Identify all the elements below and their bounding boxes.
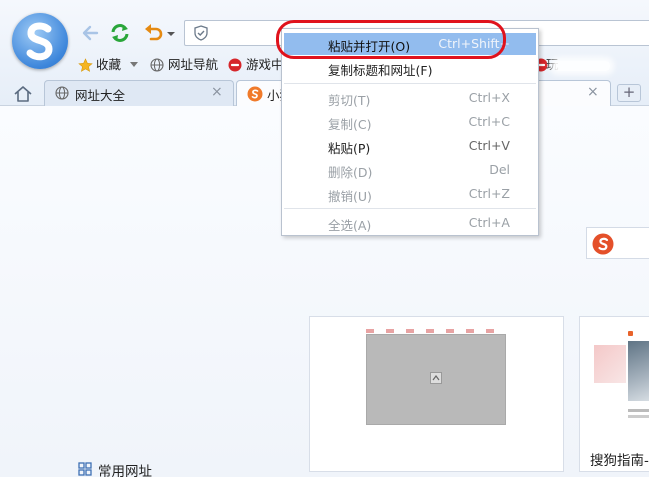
menu-item-shortcut: Ctrl+X [468,90,510,105]
menu-item-label: 粘贴(P) [328,141,371,156]
menu-item-undo[interactable]: 撤销(U) Ctrl+Z [284,183,536,205]
menu-item-label: 复制标题和网址(F) [328,63,433,78]
thumbnail-logo [628,331,633,336]
common-sites-label: 常用网址 [98,464,152,477]
close-icon[interactable]: × [587,84,599,100]
menu-item-select-all[interactable]: 全选(A) Ctrl+A [284,212,536,234]
menu-item-paste[interactable]: 粘贴(P) Ctrl+V [284,135,536,157]
context-menu: 粘贴并打开(O) Ctrl+Shift+ 复制标题和网址(F) 剪切(T) Ct… [281,28,539,236]
speed-dial-card[interactable]: 百度经验 搜狗指南- [579,316,649,472]
close-icon[interactable]: × [211,84,223,100]
watermark: 百度经验 [602,427,649,442]
menu-item-label: 复制(C) [328,117,372,132]
menu-item-shortcut: Ctrl+Z [468,186,510,201]
image-placeholder-icon [430,372,442,384]
home-icon[interactable] [10,83,36,105]
thumbnail-image [628,341,649,401]
thumbnail-image [594,345,626,383]
speed-dial-card[interactable] [309,316,564,472]
menu-separator [284,83,536,84]
menu-separator [284,208,536,209]
globe-icon [150,58,164,72]
thumbnail-preview [366,334,506,425]
menu-item-copy[interactable]: 复制(C) Ctrl+C [284,111,536,133]
menu-item-shortcut: Ctrl+V [468,138,510,153]
search-box[interactable] [586,227,649,259]
chevron-down-icon[interactable] [165,21,177,45]
thumbnail-text-line [628,409,649,412]
grid-icon [78,462,92,476]
sogou-game-icon [228,58,242,72]
blurred-text [554,61,610,71]
refresh-icon[interactable] [108,21,132,45]
menu-item-label: 剪切(T) [328,93,371,108]
menu-item-label: 删除(D) [328,165,373,180]
globe-icon [55,86,69,100]
tab-label: 网址大全 [75,88,126,103]
menu-item-shortcut: Ctrl+C [468,114,510,129]
thumbnail-text-line [628,415,649,418]
annotation-highlight-ring [276,20,506,59]
sogou-browser-logo-icon[interactable] [12,13,68,69]
undo-icon[interactable] [142,21,166,45]
menu-item-label: 全选(A) [328,218,372,233]
bookmark-label: 网址导航 [168,57,219,72]
thumbnail-toolbar [366,329,506,333]
menu-item-label: 撤销(U) [328,189,372,204]
bookmark-label: 游戏中 [246,57,284,72]
card-title: 搜狗指南- [590,453,649,469]
chevron-down-icon[interactable] [130,62,138,68]
sogou-search-icon [592,233,614,255]
tab-site-directory[interactable]: 网址大全 × [44,80,234,106]
new-tab-button[interactable]: + [617,84,641,102]
bookmark-games[interactable]: 游戏中 [228,55,288,75]
star-icon [78,58,93,72]
menu-item-shortcut: Del [489,162,510,177]
bookmark-label: 收藏 [96,57,122,72]
menu-item-copy-title-url[interactable]: 复制标题和网址(F) [284,57,536,79]
menu-item-cut[interactable]: 剪切(T) Ctrl+X [284,87,536,109]
back-arrow-icon[interactable] [79,21,103,45]
menu-item-shortcut: Ctrl+A [468,215,510,230]
shield-check-icon [194,25,208,41]
bookmark-play[interactable]: 玩 [534,55,614,75]
sogou-icon [247,86,263,102]
menu-item-delete[interactable]: 删除(D) Del [284,159,536,181]
bookmark-site-nav[interactable]: 网址导航 [150,55,225,75]
bookmark-favorites[interactable]: 收藏 [78,55,148,75]
